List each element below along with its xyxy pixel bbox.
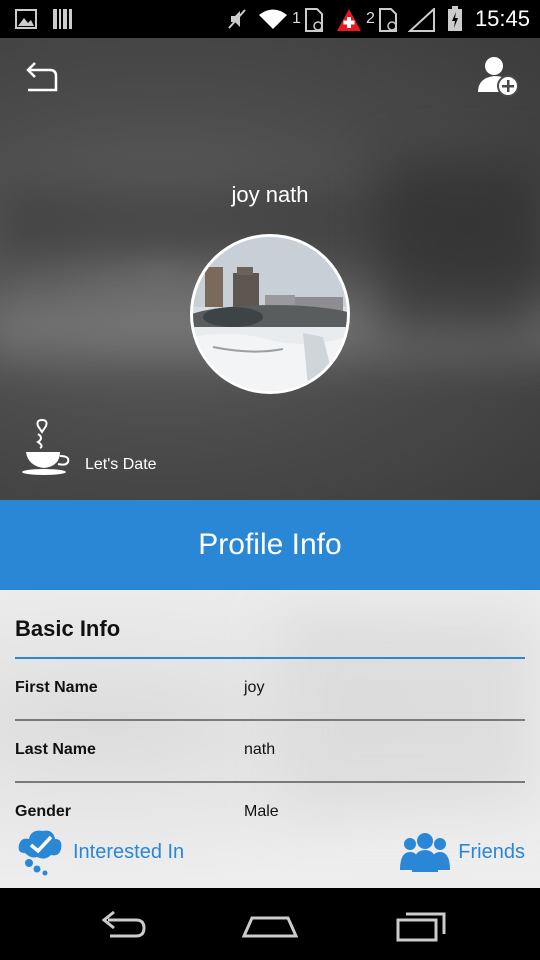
clock: 15:45 (474, 6, 530, 31)
row-value: nath (244, 741, 276, 758)
back-nav-icon[interactable] (92, 906, 148, 946)
lets-date-button[interactable]: Let's Date (20, 416, 180, 480)
recents-nav-icon[interactable] (394, 906, 450, 946)
row-label: First Name (15, 679, 98, 696)
info-row-first-name: First Name joy (15, 659, 525, 721)
row-value: joy (244, 679, 265, 696)
navigation-bar (0, 888, 540, 960)
sim-icon (379, 8, 397, 32)
screen: 1 2 15:45 joy nath Let's Date Profile In… (0, 0, 540, 960)
row-value: Male (244, 803, 279, 820)
profile-name: joy nath (231, 182, 309, 207)
row-label: Last Name (15, 741, 96, 758)
section-title: Basic Info (15, 616, 121, 641)
add-user-icon[interactable] (476, 54, 520, 98)
home-nav-icon[interactable] (240, 906, 300, 946)
friends-label: Friends (458, 840, 525, 863)
wifi-icon (259, 9, 287, 29)
back-arrow-icon[interactable] (20, 56, 62, 98)
page-title: Profile Info (0, 500, 540, 590)
avatar[interactable] (190, 234, 350, 394)
battery-icon (448, 6, 462, 31)
mute-icon (228, 9, 246, 29)
interested-in-label: Interested In (73, 840, 185, 863)
coffee-cup-icon (22, 418, 70, 475)
sim1-label: 1 (292, 10, 301, 27)
swiss-flag-icon (337, 9, 361, 31)
barcode-icon (53, 9, 72, 29)
lets-date-label: Let's Date (85, 456, 157, 473)
sim-icon (305, 8, 323, 32)
row-label: Gender (15, 803, 72, 820)
friends-button[interactable]: Friends (400, 826, 525, 878)
info-row-last-name: Last Name nath (15, 721, 525, 783)
sim2-label: 2 (366, 10, 375, 27)
image-icon (15, 9, 37, 29)
friends-icon (400, 833, 451, 872)
interested-in-button[interactable]: Interested In (15, 826, 184, 878)
bottom-tabs: Interested In Friends (0, 826, 540, 888)
status-bar: 1 2 15:45 (0, 0, 540, 38)
thought-check-icon (18, 830, 62, 876)
profile-header: joy nath Let's Date (0, 38, 540, 500)
signal-icon (408, 8, 435, 32)
avatar-photo (193, 237, 347, 391)
